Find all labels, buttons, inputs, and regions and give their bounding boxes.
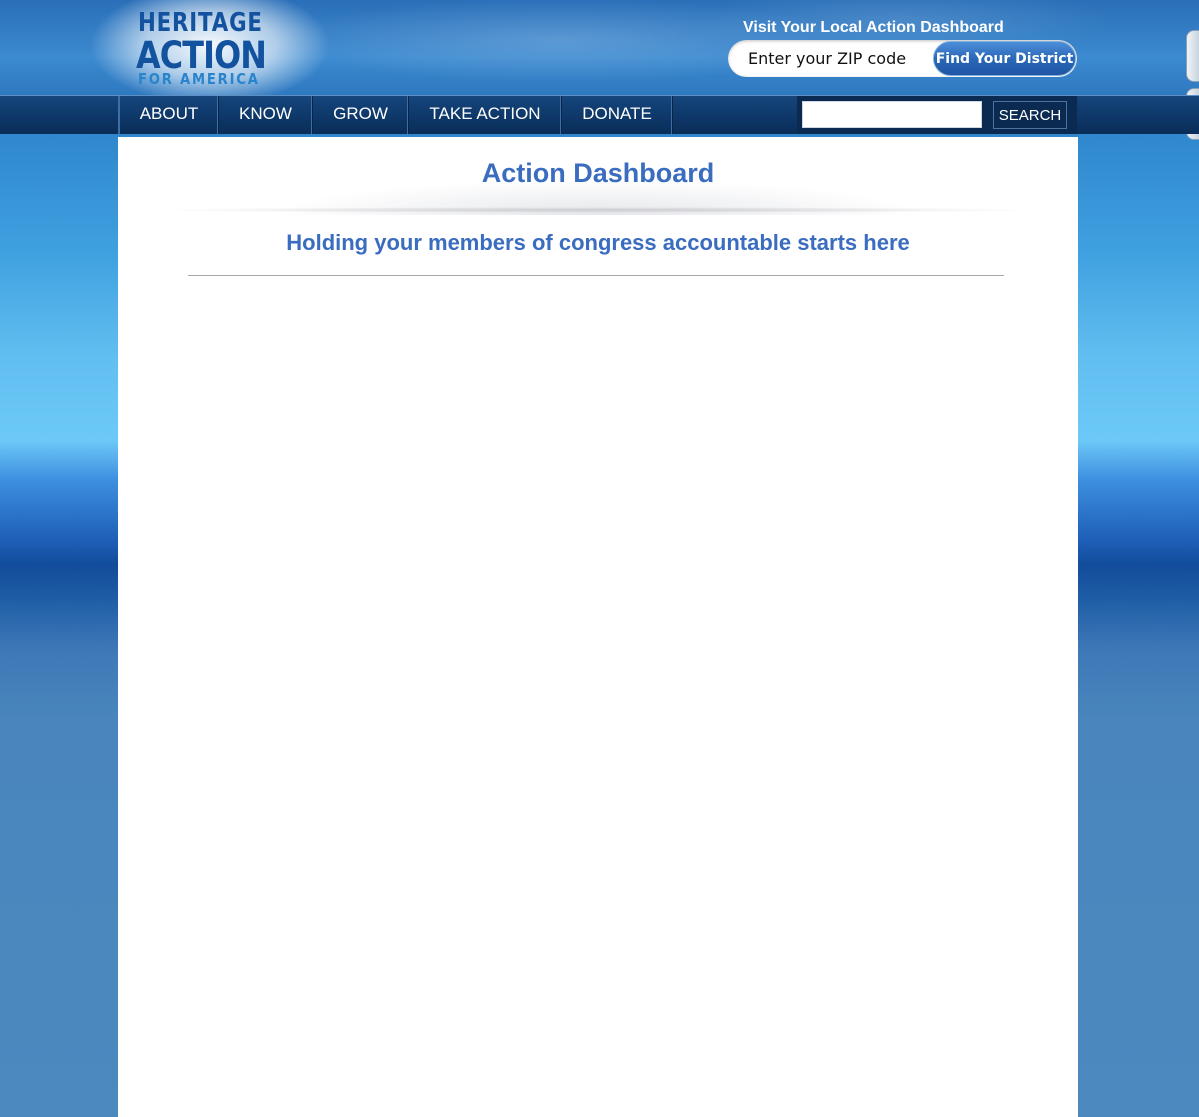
nav-item-donate[interactable]: DONATE xyxy=(562,96,673,134)
content-divider xyxy=(188,275,1004,276)
side-tab-top[interactable] xyxy=(1186,30,1199,82)
search-button[interactable]: SEARCH xyxy=(993,101,1067,129)
nav-item-know[interactable]: KNOW xyxy=(219,96,313,134)
main-navigation: ABOUT KNOW GROW TAKE ACTION DONATE SEARC… xyxy=(0,95,1199,134)
page-subtitle: Holding your members of congress account… xyxy=(286,230,910,255)
page-title: Action Dashboard xyxy=(481,158,715,188)
find-your-district-button[interactable]: Find Your District xyxy=(933,41,1076,76)
logo-line-3: FOR AMERICA xyxy=(138,70,260,88)
main-content: Action Dashboard Holding your members of… xyxy=(118,137,1078,1117)
nav-item-take-action[interactable]: TAKE ACTION xyxy=(409,96,562,134)
nav-item-grow[interactable]: GROW xyxy=(313,96,409,134)
search-input[interactable] xyxy=(802,101,982,128)
title-shadow xyxy=(158,207,1038,213)
heritage-action-logo[interactable]: HERITAGE ACTION FOR AMERICA xyxy=(136,8,281,88)
visit-dashboard-title: Visit Your Local Action Dashboard xyxy=(743,19,1004,36)
nav-item-about[interactable]: ABOUT xyxy=(120,96,219,134)
zip-search-box: Find Your District xyxy=(728,40,1077,77)
site-search: SEARCH xyxy=(797,96,1077,134)
zip-code-input[interactable] xyxy=(748,46,928,71)
